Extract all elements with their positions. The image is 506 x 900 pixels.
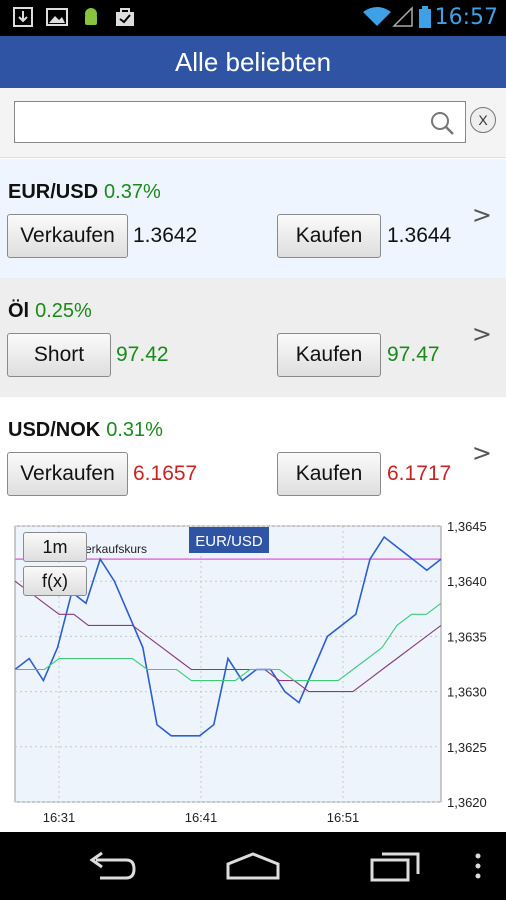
y-axis: 1,3645 1,3640 1,3635 1,3630 1,3625 1,3620 <box>447 519 487 810</box>
sell-button[interactable]: Verkaufen <box>7 214 128 258</box>
instrument-change: 0.31% <box>106 419 163 441</box>
page-title: Alle beliebten <box>0 36 506 88</box>
recent-apps-icon[interactable] <box>368 848 422 884</box>
clock: 16:57 <box>434 5 498 30</box>
sell-price: 97.42 <box>116 343 169 366</box>
search-box[interactable] <box>14 101 466 143</box>
buy-price: 6.1717 <box>387 462 452 485</box>
instrument-header: USD/NOK 0.31% <box>8 419 163 442</box>
chevron-right-icon[interactable]: > <box>472 201 492 229</box>
shopping-bag-icon <box>116 8 134 26</box>
buy-price: 97.47 <box>387 343 440 366</box>
timeframe-button[interactable]: 1m <box>23 532 87 562</box>
instrument-label: EUR/USD <box>195 533 263 550</box>
menu-icon[interactable] <box>472 852 484 880</box>
function-button[interactable]: f(x) <box>23 566 87 596</box>
home-icon[interactable] <box>224 850 282 882</box>
image-icon <box>46 8 68 26</box>
x-tick-label: 16:41 <box>185 810 218 825</box>
instrument-symbol: EUR/USD <box>8 181 99 203</box>
sell-button[interactable]: Verkaufen <box>7 452 128 496</box>
x-axis: 16:31 16:41 16:51 <box>43 810 360 825</box>
search-icon[interactable] <box>429 110 455 136</box>
sell-price: 1.3642 <box>133 224 198 247</box>
instrument-change: 0.25% <box>35 300 92 322</box>
y-tick-label: 1,3635 <box>447 629 487 644</box>
y-tick-label: 1,3625 <box>447 740 487 755</box>
sell-price: 6.1657 <box>133 462 198 485</box>
instrument-row[interactable]: Öl 0.25% Short 97.42 Kaufen 97.47 > <box>0 278 506 398</box>
clear-search-button[interactable]: X <box>470 107 496 133</box>
instrument-row[interactable]: USD/NOK 0.31% Verkaufen 6.1657 Kaufen 6.1… <box>0 397 506 517</box>
overlay-label: erkaufskurs <box>85 542 147 556</box>
instrument-symbol: USD/NOK <box>8 419 101 441</box>
buy-button[interactable]: Kaufen <box>277 333 381 377</box>
buy-button[interactable]: Kaufen <box>277 452 381 496</box>
status-bar: 16:57 <box>0 0 506 36</box>
instrument-symbol: Öl <box>8 300 30 322</box>
wifi-icon <box>363 7 391 26</box>
search-bar <box>0 88 506 158</box>
battery-icon <box>419 6 431 28</box>
x-tick-label: 16:31 <box>43 810 76 825</box>
chevron-right-icon[interactable]: > <box>472 439 492 467</box>
instrument-header: Öl 0.25% <box>8 300 92 323</box>
price-chart[interactable]: 1,3645 1,3640 1,3635 1,3630 1,3625 1,3620 16:… <box>0 516 506 832</box>
back-icon[interactable] <box>86 850 140 882</box>
buy-button[interactable]: Kaufen <box>277 214 381 258</box>
search-input[interactable] <box>19 106 419 138</box>
y-tick-label: 1,3645 <box>447 519 487 534</box>
y-tick-label: 1,3620 <box>447 795 487 810</box>
navigation-bar <box>0 832 506 900</box>
instrument-header: EUR/USD 0.37% <box>8 181 161 204</box>
instrument-change: 0.37% <box>104 181 161 203</box>
x-tick-label: 16:51 <box>327 810 360 825</box>
instrument-row[interactable]: EUR/USD 0.37% Verkaufen 1.3642 Kaufen 1.3… <box>0 159 506 279</box>
chart-svg[interactable]: 1,3645 1,3640 1,3635 1,3630 1,3625 1,3620 16:… <box>0 516 506 832</box>
sell-button[interactable]: Short <box>7 333 111 377</box>
chevron-right-icon[interactable]: > <box>472 320 492 348</box>
download-icon <box>13 7 33 27</box>
y-tick-label: 1,3630 <box>447 685 487 700</box>
buy-price: 1.3644 <box>387 224 452 247</box>
y-tick-label: 1,3640 <box>447 574 487 589</box>
android-icon <box>85 8 97 25</box>
signal-icon <box>392 6 413 27</box>
